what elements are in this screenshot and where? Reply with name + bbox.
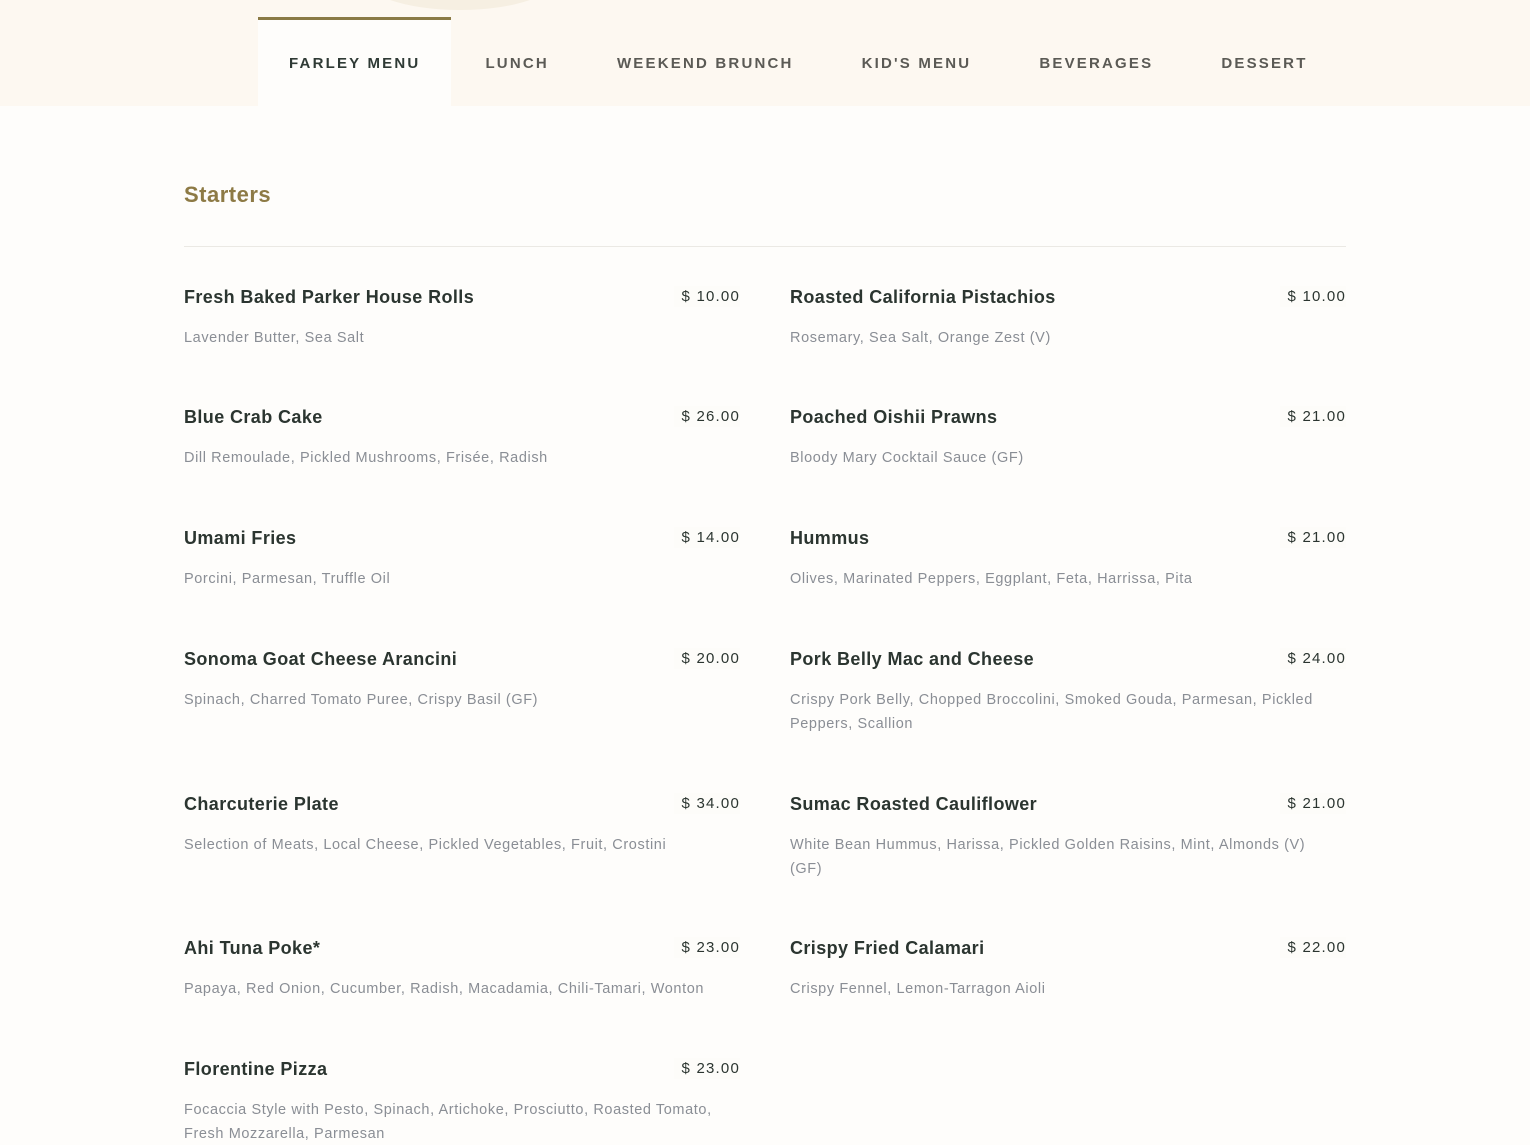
menu-item-price: $ 24.00 — [1279, 648, 1346, 669]
menu-item-price: $ 14.00 — [673, 527, 740, 548]
menu-item-description: Olives, Marinated Peppers, Eggplant, Fet… — [790, 571, 1193, 587]
menu-item-name: Roasted California Pistachios — [790, 287, 1056, 307]
menu-item-price: $ 20.00 — [673, 648, 740, 669]
menu-item-description: Bloody Mary Cocktail Sauce (GF) — [790, 450, 1024, 466]
menu-item-name: Umami Fries — [184, 528, 297, 548]
menu-item-name: Pork Belly Mac and Cheese — [790, 649, 1035, 669]
menu-item: Poached Oishii Prawns $ 21.00 Bloody Mar… — [790, 404, 1346, 525]
menu-item-price: $ 21.00 — [1279, 406, 1346, 427]
decorative-arc — [360, 0, 560, 10]
menu-item: Pork Belly Mac and Cheese $ 24.00 Crispy… — [790, 646, 1346, 791]
tab-dessert[interactable]: DESSERT — [1187, 17, 1341, 106]
menu-item: Hummus $ 21.00 Olives, Marinated Peppers… — [790, 525, 1346, 646]
menu-item-price: $ 21.00 — [1279, 527, 1346, 548]
menu-item-name: Crispy Fried Calamari — [790, 938, 985, 958]
menu-item-description: Dill Remoulade, Pickled Mushrooms, Frisé… — [184, 450, 548, 466]
menu-item-price: $ 21.00 — [1279, 793, 1346, 814]
menu-column-left: Fresh Baked Parker House Rolls $ 10.00 L… — [184, 284, 740, 1145]
menu-item: Crispy Fried Calamari $ 22.00 Crispy Fen… — [790, 935, 1346, 1001]
menu-item: Blue Crab Cake $ 26.00 Dill Remoulade, P… — [184, 404, 740, 525]
tab-weekend-brunch[interactable]: WEEKEND BRUNCH — [583, 17, 828, 106]
menu-item-description: Crispy Pork Belly, Chopped Broccolini, S… — [790, 692, 1313, 732]
menu-item-name: Sumac Roasted Cauliflower — [790, 794, 1038, 814]
menu-item: Charcuterie Plate $ 34.00 Selection of M… — [184, 791, 740, 935]
menu-item-name: Florentine Pizza — [184, 1059, 328, 1079]
menu-item-description: White Bean Hummus, Harissa, Pickled Gold… — [790, 837, 1306, 877]
menu-item-description: Spinach, Charred Tomato Puree, Crispy Ba… — [184, 692, 539, 708]
menu-item-name: Hummus — [790, 528, 870, 548]
menu-item-name: Charcuterie Plate — [184, 794, 339, 814]
tab-lunch[interactable]: LUNCH — [451, 17, 583, 106]
menu-item-price: $ 34.00 — [673, 793, 740, 814]
menu-item-description: Focaccia Style with Pesto, Spinach, Arti… — [184, 1102, 712, 1142]
tab-beverages[interactable]: BEVERAGES — [1005, 17, 1187, 106]
menu-item-name: Blue Crab Cake — [184, 407, 323, 427]
menu-item-price: $ 10.00 — [673, 286, 740, 307]
menu-item-price: $ 22.00 — [1279, 937, 1346, 958]
menu-item: Ahi Tuna Poke* $ 23.00 Papaya, Red Onion… — [184, 935, 740, 1056]
menu-item: Sumac Roasted Cauliflower $ 21.00 White … — [790, 791, 1346, 935]
menu-item-name: Ahi Tuna Poke* — [184, 938, 321, 958]
menu-item-name: Poached Oishii Prawns — [790, 407, 998, 427]
menu-item-description: Lavender Butter, Sea Salt — [184, 330, 365, 346]
menu-column-right: Roasted California Pistachios $ 10.00 Ro… — [790, 284, 1346, 1001]
menu-item: Umami Fries $ 14.00 Porcini, Parmesan, T… — [184, 525, 740, 646]
menu-item-name: Fresh Baked Parker House Rolls — [184, 287, 475, 307]
menu-tabbar: FARLEY MENU LUNCH WEEKEND BRUNCH KID'S M… — [0, 0, 1530, 106]
menu-item: Sonoma Goat Cheese Arancini $ 20.00 Spin… — [184, 646, 740, 791]
menu-item-price: $ 26.00 — [673, 406, 740, 427]
tab-farley-menu[interactable]: FARLEY MENU — [258, 17, 452, 106]
menu-item-description: Rosemary, Sea Salt, Orange Zest (V) — [790, 330, 1051, 346]
menu-item-description: Porcini, Parmesan, Truffle Oil — [184, 571, 391, 587]
menu-item-name: Sonoma Goat Cheese Arancini — [184, 649, 458, 669]
section-divider — [184, 246, 1346, 247]
menu-tabs: FARLEY MENU LUNCH WEEKEND BRUNCH KID'S M… — [258, 17, 1342, 106]
menu-item-price: $ 10.00 — [1279, 286, 1346, 307]
menu-item-price: $ 23.00 — [673, 1058, 740, 1079]
tab-kids-menu[interactable]: KID'S MENU — [828, 17, 1006, 106]
menu-item: Fresh Baked Parker House Rolls $ 10.00 L… — [184, 284, 740, 404]
menu-item-description: Crispy Fennel, Lemon-Tarragon Aioli — [790, 981, 1046, 997]
menu-item: Florentine Pizza $ 23.00 Focaccia Style … — [184, 1056, 740, 1145]
menu-item-description: Selection of Meats, Local Cheese, Pickle… — [184, 837, 667, 853]
menu-item-description: Papaya, Red Onion, Cucumber, Radish, Mac… — [184, 981, 705, 997]
menu-item-price: $ 23.00 — [673, 937, 740, 958]
section-title: Starters — [184, 182, 272, 207]
menu-item: Roasted California Pistachios $ 10.00 Ro… — [790, 284, 1346, 404]
